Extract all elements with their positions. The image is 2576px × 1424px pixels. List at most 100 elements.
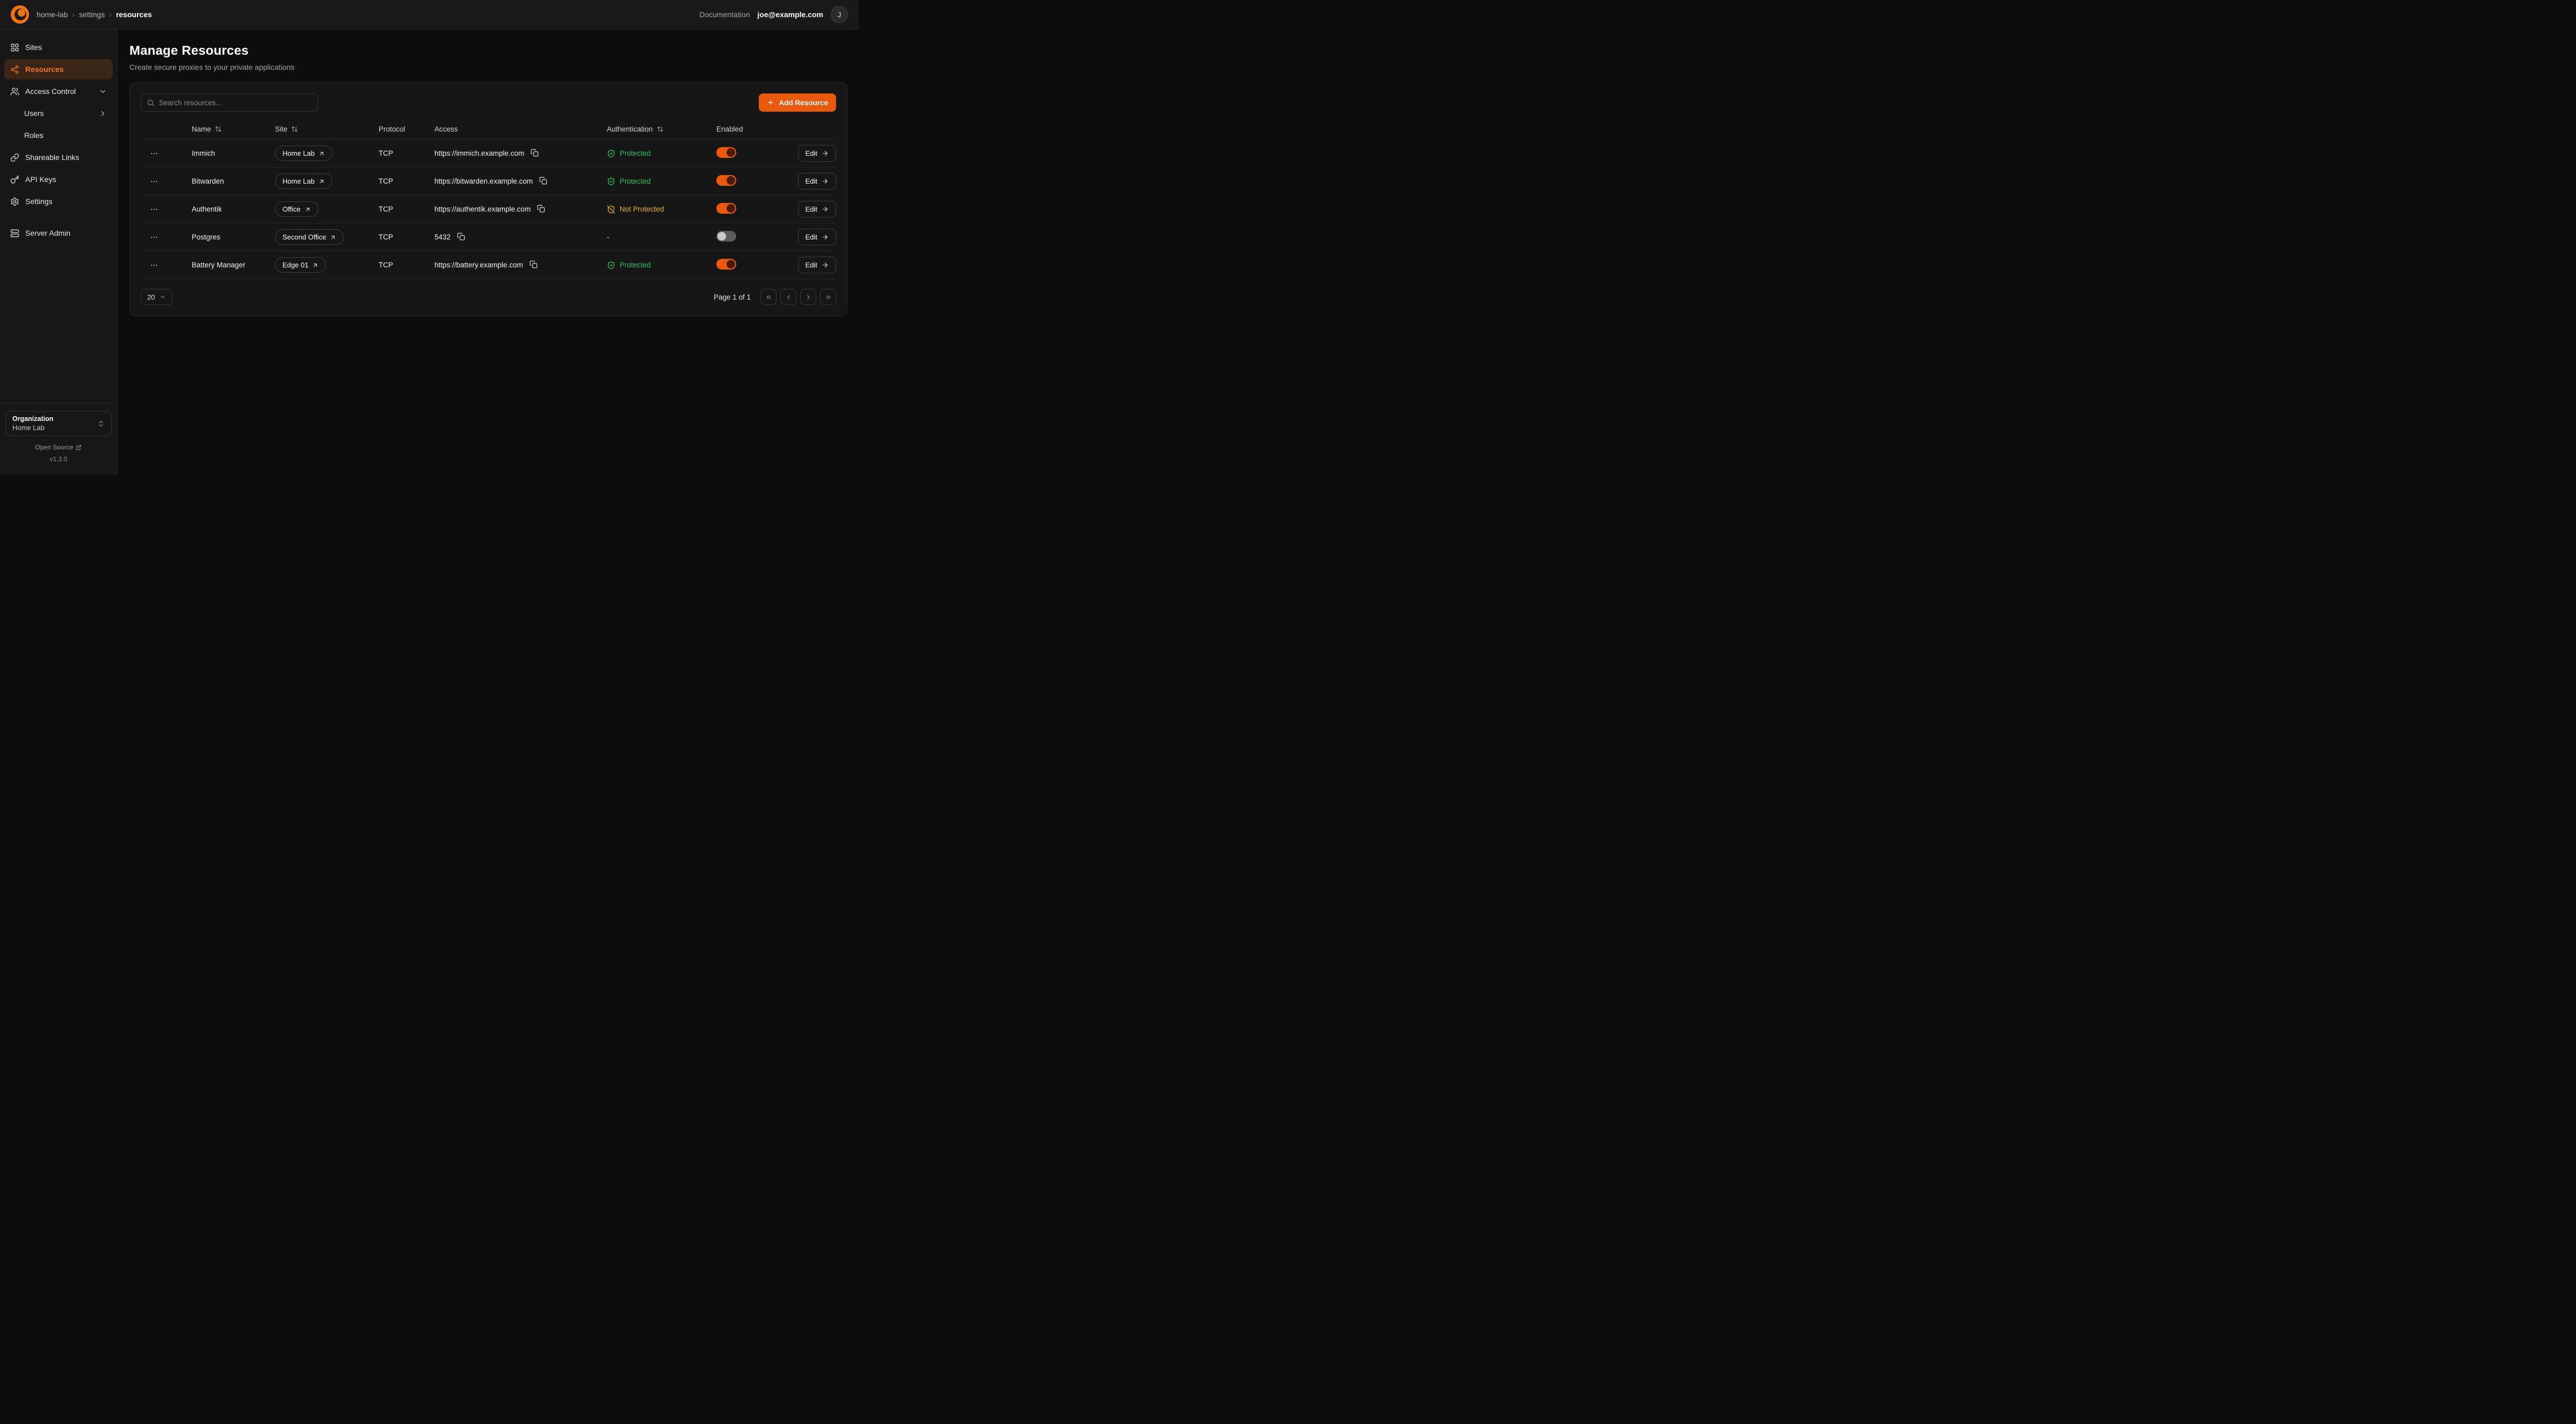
row-menu-button[interactable] <box>146 258 162 272</box>
page-size-select[interactable]: 20 <box>141 289 172 305</box>
ellipsis-icon <box>150 261 158 270</box>
table-row: Immich Home Lab TCP https://immich.examp… <box>141 140 836 168</box>
row-menu-button[interactable] <box>146 230 162 244</box>
chevron-down-icon <box>99 88 107 96</box>
auth-label: - <box>607 233 609 241</box>
resource-protocol: TCP <box>379 177 434 185</box>
row-menu-button[interactable] <box>146 202 162 216</box>
auth-label: Protected <box>620 149 651 157</box>
sidebar-item-label: Server Admin <box>25 229 70 237</box>
ellipsis-icon <box>150 233 158 242</box>
table-row: Battery Manager Edge 01 TCP https://batt… <box>141 251 836 279</box>
chevron-right-icon <box>805 294 812 301</box>
site-link[interactable]: Home Lab <box>275 173 332 189</box>
resources-toolbar: Add Resource <box>141 93 836 112</box>
copy-button[interactable] <box>536 204 546 215</box>
row-menu-button[interactable] <box>146 147 162 161</box>
sidebar-item-server-admin[interactable]: Server Admin <box>4 223 113 243</box>
add-resource-button[interactable]: Add Resource <box>759 93 836 112</box>
site-link[interactable]: Edge 01 <box>275 257 326 273</box>
copy-icon <box>537 205 545 213</box>
arrow-right-icon <box>822 178 829 185</box>
enabled-toggle[interactable] <box>716 203 736 214</box>
enabled-toggle[interactable] <box>716 231 736 242</box>
edit-button[interactable]: Edit <box>798 229 836 245</box>
enabled-toggle[interactable] <box>716 175 736 186</box>
breadcrumb-current: resources <box>116 10 152 19</box>
table-footer: 20 Page 1 of 1 <box>141 289 836 305</box>
breadcrumb-settings[interactable]: settings <box>79 10 105 19</box>
sidebar-item-api-keys[interactable]: API Keys <box>4 169 113 190</box>
resources-card: Add Resource Name Site <box>129 82 847 316</box>
column-header-protocol: Protocol <box>379 125 434 133</box>
documentation-link[interactable]: Documentation <box>699 10 750 19</box>
arrow-up-right-icon <box>318 178 325 185</box>
sort-icon[interactable] <box>215 126 222 133</box>
sidebar-item-sites[interactable]: Sites <box>4 37 113 57</box>
shield-check-icon <box>607 177 615 186</box>
table-header: Name Site Protocol Access <box>141 119 836 140</box>
site-link[interactable]: Office <box>275 201 318 217</box>
external-link-icon <box>76 445 82 451</box>
edit-button[interactable]: Edit <box>798 257 836 273</box>
sidebar-item-shareable-links[interactable]: Shareable Links <box>4 147 113 168</box>
users-icon <box>10 87 19 96</box>
sort-icon[interactable] <box>291 126 298 133</box>
app-logo[interactable] <box>11 5 29 24</box>
copy-button[interactable] <box>456 231 466 243</box>
organization-select[interactable]: Organization Home Lab <box>5 411 112 436</box>
open-source-link[interactable]: Open Source <box>5 444 112 451</box>
site-link[interactable]: Second Office <box>275 229 344 245</box>
shield-check-icon <box>607 149 615 158</box>
enabled-toggle[interactable] <box>716 259 736 270</box>
sort-icon[interactable] <box>657 126 664 133</box>
chevrons-right-icon <box>825 294 832 301</box>
pager: Page 1 of 1 <box>714 289 836 305</box>
resource-protocol: TCP <box>379 233 434 241</box>
copy-button[interactable] <box>529 148 540 159</box>
edit-button[interactable]: Edit <box>798 201 836 217</box>
breadcrumb-separator-icon: › <box>109 10 112 19</box>
topbar: home-lab › settings › resources Document… <box>0 0 859 30</box>
sidebar-item-label: Roles <box>24 131 43 140</box>
arrow-up-right-icon <box>330 234 336 241</box>
avatar[interactable]: J <box>831 6 848 23</box>
chevrons-left-icon <box>765 294 772 301</box>
sidebar-item-label: Shareable Links <box>25 153 79 162</box>
edit-button[interactable]: Edit <box>798 145 836 162</box>
search-input[interactable] <box>159 99 312 107</box>
shield-check-icon <box>607 261 615 270</box>
next-page-button[interactable] <box>800 289 816 305</box>
sidebar-item-resources[interactable]: Resources <box>4 59 113 79</box>
copy-icon <box>531 149 539 157</box>
page-info: Page 1 of 1 <box>714 293 751 301</box>
last-page-button[interactable] <box>820 289 836 305</box>
row-menu-button[interactable] <box>146 175 162 188</box>
copy-button[interactable] <box>528 259 539 271</box>
chevrons-up-down-icon <box>97 420 105 427</box>
auth-label: Protected <box>620 261 651 269</box>
ellipsis-icon <box>150 177 158 186</box>
page-title: Manage Resources <box>129 43 847 59</box>
sidebar-item-access-control[interactable]: Access Control <box>4 81 113 101</box>
edit-button[interactable]: Edit <box>798 173 836 190</box>
sidebar-item-users[interactable]: Users <box>4 103 113 123</box>
breadcrumb-org[interactable]: home-lab <box>37 10 68 19</box>
first-page-button[interactable] <box>760 289 777 305</box>
auth-badge: Protected <box>607 177 716 186</box>
resource-name: Authentik <box>192 205 275 213</box>
copy-icon <box>529 260 538 268</box>
auth-badge: Protected <box>607 149 716 158</box>
sidebar-item-settings[interactable]: Settings <box>4 191 113 212</box>
copy-button[interactable] <box>538 176 548 187</box>
server-icon <box>10 229 19 238</box>
site-link[interactable]: Home Lab <box>275 146 332 161</box>
sidebar-item-roles[interactable]: Roles <box>4 125 113 146</box>
previous-page-button[interactable] <box>780 289 796 305</box>
enabled-toggle[interactable] <box>716 147 736 158</box>
resource-name: Bitwarden <box>192 177 275 185</box>
ellipsis-icon <box>150 149 158 158</box>
resource-access-url: https://immich.example.com <box>434 149 524 157</box>
column-header-enabled: Enabled <box>716 125 792 133</box>
auth-label: Protected <box>620 177 651 185</box>
